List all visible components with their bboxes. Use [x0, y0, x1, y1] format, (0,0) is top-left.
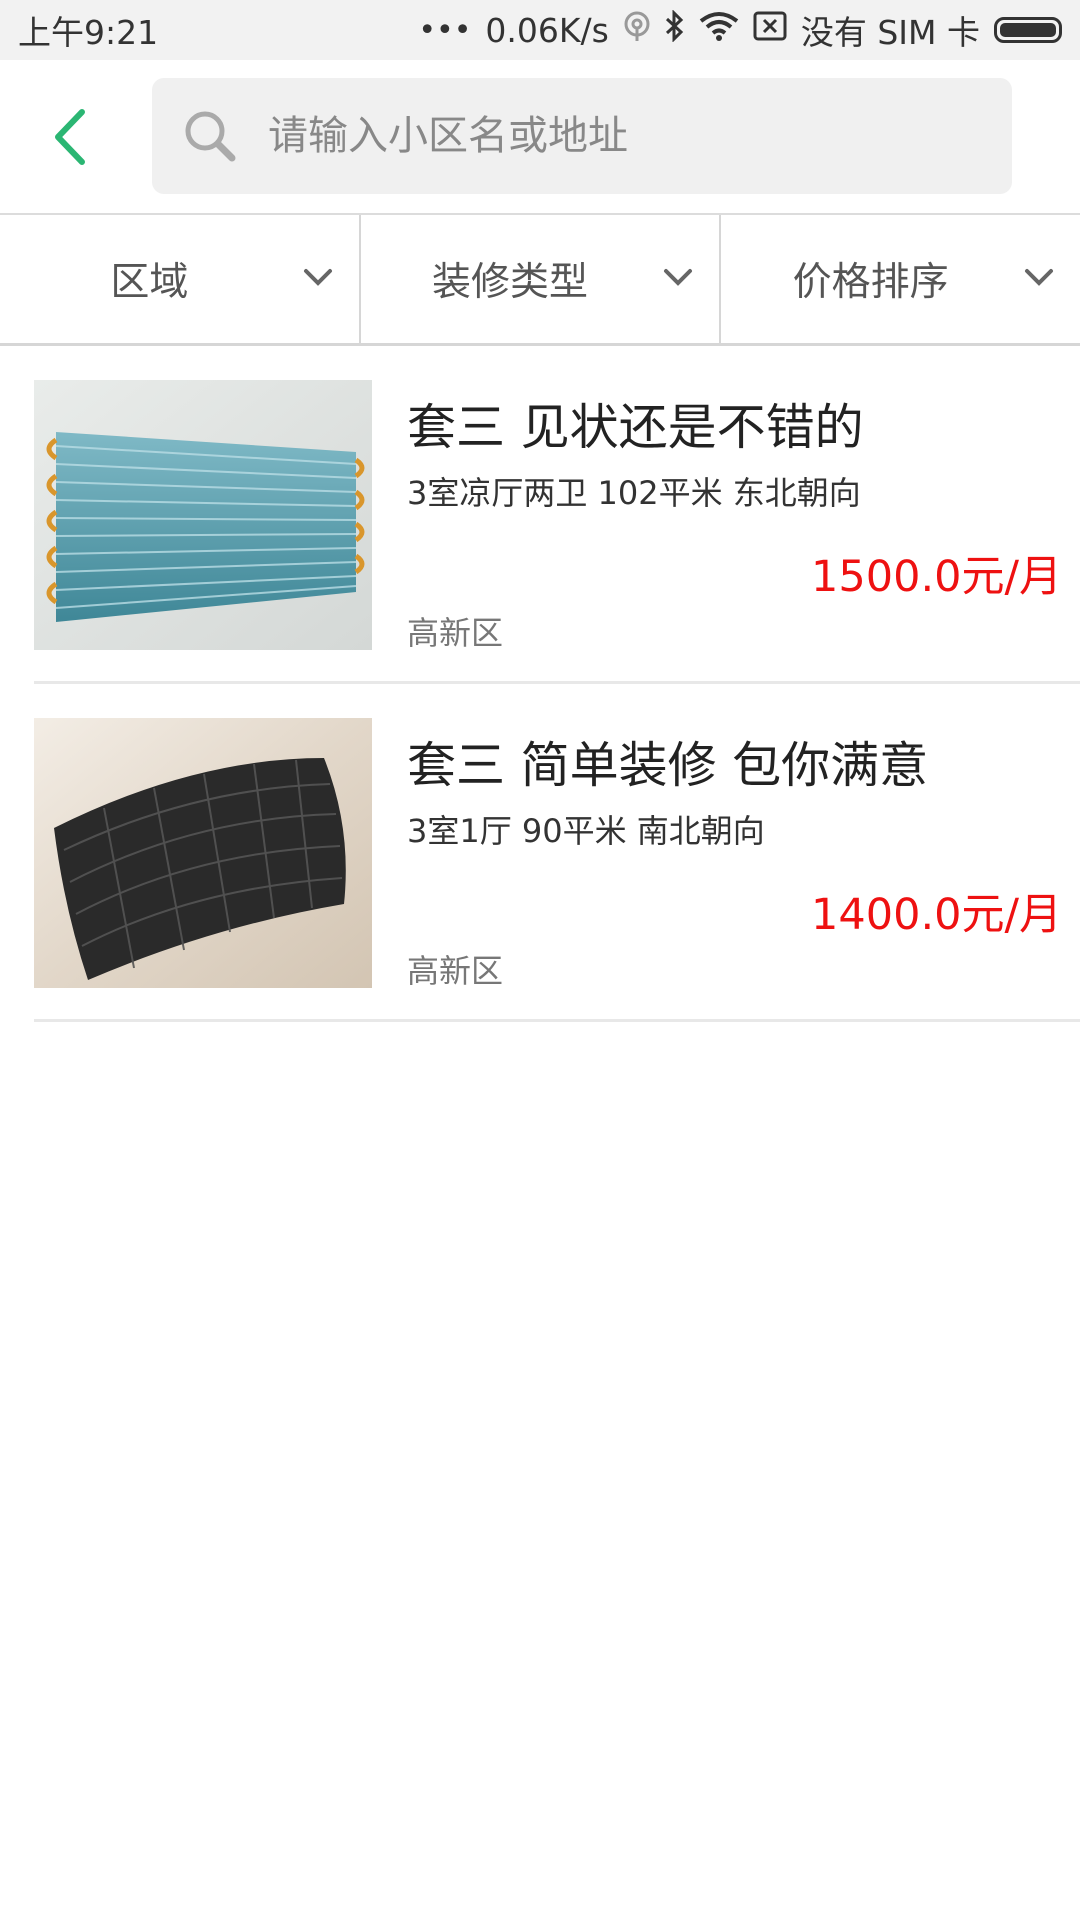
status-icons: ••• 0.06K/s 没有 SIM 卡	[418, 6, 1062, 54]
radiator-coil-photo	[34, 380, 372, 650]
listing-list: 套三 见状还是不错的 3室凉厅两卫 102平米 东北朝向 1500.0元/月 高…	[0, 346, 1080, 1022]
sim-blocked-icon	[753, 11, 787, 49]
back-button[interactable]	[42, 106, 102, 168]
search-header	[0, 60, 1080, 214]
chevron-down-icon	[664, 269, 693, 286]
wifi-icon	[699, 11, 739, 49]
hotspot-icon	[623, 11, 651, 49]
listing-price: 1500.0元/月	[811, 552, 1062, 602]
listing-item[interactable]: 套三 见状还是不错的 3室凉厅两卫 102平米 东北朝向 1500.0元/月 高…	[34, 346, 1080, 684]
status-time: 上午9:21	[18, 13, 159, 52]
listing-item[interactable]: 套三 简单装修 包你满意 3室1厅 90平米 南北朝向 1400.0元/月 高新…	[34, 684, 1080, 1022]
filter-area-dropdown[interactable]: 区域	[0, 215, 359, 343]
filter-decoration-label: 装修类型	[432, 260, 589, 305]
dots-icon: •••	[418, 12, 472, 48]
network-speed: 0.06K/s	[485, 10, 609, 50]
filter-price-sort-dropdown[interactable]: 价格排序	[719, 215, 1080, 343]
filter-mesh-photo	[34, 718, 372, 988]
listing-thumbnail	[34, 718, 372, 988]
bluetooth-icon	[665, 9, 685, 50]
carrier-text: 没有 SIM 卡	[800, 13, 980, 52]
search-input[interactable]	[266, 112, 970, 160]
filter-area-label: 区域	[110, 260, 189, 305]
battery-icon	[994, 17, 1062, 43]
listing-district: 高新区	[407, 614, 504, 652]
chevron-down-icon	[1025, 269, 1054, 286]
status-bar: 上午9:21 ••• 0.06K/s 没有 SIM 卡	[0, 0, 1080, 60]
chevron-down-icon	[303, 269, 332, 286]
listing-title: 套三 简单装修 包你满意	[407, 737, 929, 794]
filter-price-sort-label: 价格排序	[792, 260, 949, 305]
listing-meta: 3室1厅 90平米 南北朝向	[407, 812, 765, 850]
filter-decoration-dropdown[interactable]: 装修类型	[358, 215, 720, 343]
search-icon	[185, 111, 236, 162]
filter-bar: 区域 装修类型 价格排序	[0, 213, 1080, 346]
listing-meta: 3室凉厅两卫 102平米 东北朝向	[407, 474, 861, 512]
listing-price: 1400.0元/月	[811, 890, 1062, 940]
listing-district: 高新区	[407, 952, 504, 990]
chevron-left-icon	[55, 109, 85, 165]
search-box[interactable]	[152, 78, 1012, 194]
listing-title: 套三 见状还是不错的	[407, 399, 864, 456]
listing-thumbnail	[34, 380, 372, 650]
